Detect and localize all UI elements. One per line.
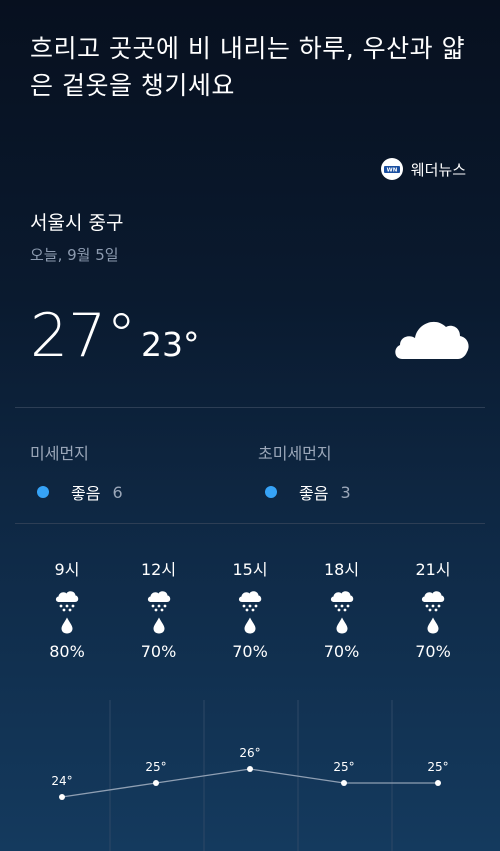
hour-time: 18시 bbox=[323, 560, 360, 579]
cloud-rain-icon bbox=[147, 591, 170, 612]
temperature-point bbox=[59, 794, 65, 800]
raindrop-icon bbox=[244, 617, 256, 634]
source-name: 웨더뉴스 bbox=[410, 160, 466, 179]
hour-time: 21시 bbox=[415, 560, 451, 579]
hourly-item: 21시 70% bbox=[388, 556, 478, 661]
temperature-point bbox=[247, 766, 253, 772]
pm10-grade: 좋음 bbox=[71, 484, 101, 503]
hour-time: 12시 bbox=[140, 560, 177, 579]
cloud-rain-icon bbox=[421, 591, 445, 612]
precip-chance: 70% bbox=[232, 642, 268, 661]
date: 오늘, 9월 5일 bbox=[30, 246, 119, 264]
status-dot bbox=[265, 486, 277, 498]
divider bbox=[15, 523, 485, 524]
pm10-label: 미세먼지 bbox=[30, 444, 89, 463]
temperature-label: 24° bbox=[51, 774, 72, 788]
status-dot bbox=[37, 486, 49, 498]
temperature-point bbox=[153, 780, 159, 786]
pm25-label: 초미세먼지 bbox=[258, 444, 332, 463]
location: 서울시 중구 bbox=[30, 212, 124, 234]
cloud-rain-icon bbox=[238, 591, 262, 612]
weathernews-logo-icon: WN bbox=[380, 158, 403, 180]
raindrop-icon bbox=[336, 617, 347, 634]
temperature-point bbox=[435, 780, 441, 786]
temperature-label: 25° bbox=[427, 760, 448, 774]
raindrop-icon bbox=[427, 617, 439, 634]
raindrop-icon bbox=[153, 617, 164, 634]
temperature-high: 27° bbox=[30, 301, 137, 371]
temperature-low: 23° bbox=[141, 325, 200, 364]
temperature-label: 26° bbox=[239, 746, 260, 760]
cloud-rain-icon bbox=[330, 591, 353, 612]
temperature-label: 25° bbox=[145, 760, 166, 774]
precip-chance: 70% bbox=[140, 642, 177, 661]
hourly-item: 12시 70% bbox=[114, 556, 204, 661]
temperature-label: 25° bbox=[333, 760, 354, 774]
divider bbox=[15, 407, 485, 408]
raindrop-icon bbox=[61, 617, 73, 634]
precip-chance: 80% bbox=[49, 642, 85, 661]
temperature-series-line bbox=[61, 768, 438, 798]
svg-text:WN: WN bbox=[386, 168, 397, 174]
hourly-item: 9시 80% bbox=[22, 556, 112, 661]
cloud-rain-icon bbox=[55, 591, 79, 612]
hourly-item: 15시 70% bbox=[205, 556, 295, 661]
pm10-value: 6 bbox=[112, 482, 123, 502]
pm25-value: 3 bbox=[340, 482, 351, 502]
cloud-icon bbox=[395, 321, 469, 359]
temperature-chart: 24° 25° 26° 25° 25° bbox=[51, 700, 449, 851]
pm25-grade: 좋음 bbox=[299, 484, 329, 503]
hourly-item: 18시 70% bbox=[297, 556, 387, 661]
weather-source[interactable]: WN 웨더뉴스 bbox=[380, 158, 466, 180]
precip-chance: 70% bbox=[415, 642, 451, 661]
precip-chance: 70% bbox=[323, 642, 360, 661]
air-quality-pm25: 초미세먼지 좋음 3 bbox=[258, 440, 351, 504]
hourly-forecast: 9시 80% 12시 70% 15시 70% 18시 70% 21시 70% bbox=[22, 556, 478, 661]
temperature-point bbox=[341, 780, 347, 786]
hour-time: 9시 bbox=[54, 560, 80, 579]
air-quality-pm10: 미세먼지 좋음 6 bbox=[30, 440, 123, 504]
headline: 흐리고 곳곳에 비 내리는 하루, 우산과 얇은 겉옷을 챙기세요 bbox=[30, 34, 466, 100]
hour-time: 15시 bbox=[232, 560, 268, 579]
